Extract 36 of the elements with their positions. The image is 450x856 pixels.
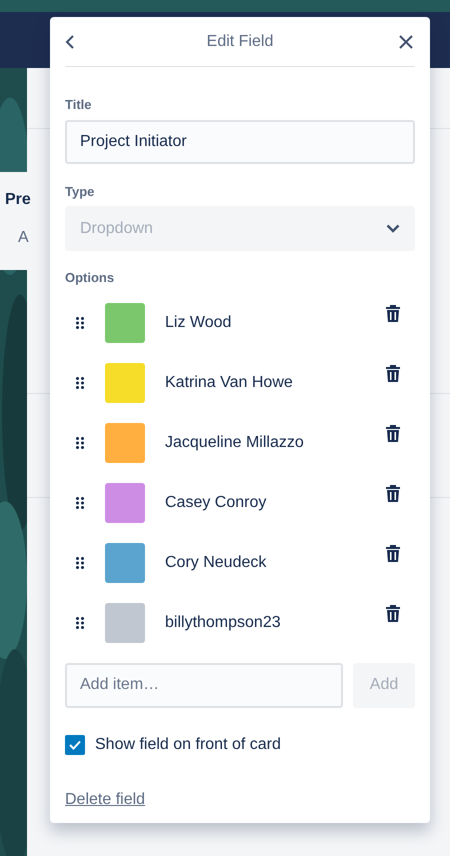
drag-handle-icon[interactable] (76, 556, 84, 568)
option-name: Liz Wood (165, 312, 232, 332)
title-input[interactable]: Project Initiator (65, 120, 415, 164)
drag-handle-icon[interactable] (76, 616, 84, 628)
drag-handle-icon[interactable] (76, 376, 84, 388)
options-label: Options (65, 269, 116, 287)
type-label: Type (65, 182, 96, 201)
checkbox-label: Show field on front of card (95, 734, 281, 754)
delete-field-link[interactable]: Delete field (65, 788, 146, 812)
check-icon (69, 740, 81, 750)
trash-icon[interactable] (385, 364, 401, 382)
drag-handle-icon[interactable] (76, 436, 84, 448)
checkbox[interactable] (65, 734, 85, 754)
trash-icon[interactable] (385, 304, 401, 322)
color-swatch[interactable] (105, 482, 145, 522)
option-name: Jacqueline Millazzo (165, 432, 305, 452)
color-swatch[interactable] (105, 302, 145, 342)
option-name: Cory Neudeck (165, 552, 268, 572)
color-swatch[interactable] (105, 362, 145, 402)
chevron-down-icon (386, 224, 400, 233)
popover-title: Edit Field (206, 32, 274, 52)
option-name: Casey Conroy (165, 492, 268, 512)
color-swatch[interactable] (105, 542, 145, 582)
drag-handle-icon[interactable] (76, 496, 84, 508)
title-label: Title (65, 96, 92, 114)
close-icon[interactable] (398, 34, 415, 48)
trash-icon[interactable] (385, 484, 401, 502)
trash-icon[interactable] (385, 424, 401, 442)
trash-icon[interactable] (385, 604, 401, 622)
card-title: Pre (5, 190, 32, 210)
option-name: billythompson23 (165, 612, 282, 632)
color-swatch[interactable] (105, 602, 145, 642)
trash-icon[interactable] (385, 544, 401, 562)
color-swatch[interactable] (105, 422, 145, 462)
drag-handle-icon[interactable] (76, 316, 84, 328)
option-name: Katrina Van Howe (165, 372, 294, 392)
